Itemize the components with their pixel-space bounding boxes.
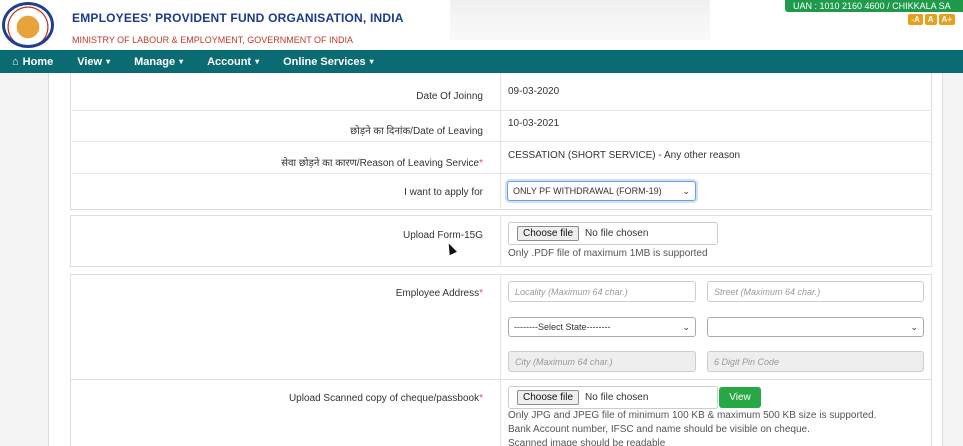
- cheque-choose-file-button[interactable]: Choose file: [517, 390, 580, 405]
- home-icon: ⌂: [12, 55, 19, 68]
- font-size-controls: -A A A+: [908, 14, 955, 25]
- ministry-name: MINISTRY OF LABOUR & EMPLOYMENT, GOVERNM…: [72, 35, 354, 45]
- form15g-column-divider: [500, 215, 501, 267]
- street-input[interactable]: Street (Maximum 64 char.): [707, 281, 924, 302]
- header-background-blur: [450, 0, 710, 40]
- city-input[interactable]: City (Maximum 64 char.): [508, 351, 696, 372]
- cheque-view-button[interactable]: View: [719, 387, 761, 408]
- nav-home-label: Home: [22, 55, 54, 68]
- nav-account-label: Account: [207, 55, 252, 68]
- caret-down-icon: ▾: [255, 57, 260, 66]
- date-of-leaving-label: छोड़ने का दिनांक/Date of Leaving: [350, 126, 483, 137]
- font-increase-button[interactable]: A+: [938, 14, 955, 25]
- org-name: EMPLOYEES' PROVIDENT FUND ORGANISATION, …: [72, 11, 404, 25]
- font-normal-button[interactable]: A: [924, 14, 937, 25]
- reason-of-leaving-label: सेवा छोड़ने का कारण/Reason of Leaving Se…: [200, 155, 483, 169]
- required-marker: *: [479, 393, 483, 404]
- district-select[interactable]: ⌄: [707, 317, 924, 337]
- cheque-upload-label: Upload Scanned copy of cheque/passbook*: [140, 393, 483, 404]
- font-decrease-button[interactable]: -A: [908, 14, 923, 25]
- nav-view-label: View: [77, 55, 103, 68]
- row-divider: [70, 141, 932, 142]
- nav-online-services[interactable]: Online Services ▾: [271, 50, 386, 73]
- caret-down-icon: ▾: [106, 57, 111, 66]
- chevron-down-icon: ⌄: [682, 185, 690, 196]
- locality-input[interactable]: Locality (Maximum 64 char.): [508, 281, 696, 302]
- cheque-column-divider: [500, 380, 501, 446]
- form15g-choose-file-button[interactable]: Choose file: [517, 226, 580, 241]
- cheque-hint-visibility: Bank Account number, IFSC and name shoul…: [508, 424, 810, 435]
- cheque-hint-readable: Scanned image should be readable: [508, 438, 666, 446]
- pin-code-input[interactable]: 6 Digit Pin Code: [707, 351, 924, 372]
- address-column-divider: [500, 274, 501, 380]
- form15g-panel: [70, 215, 932, 267]
- employee-address-label: Employee Address*: [200, 288, 483, 299]
- reason-of-leaving-value: CESSATION (SHORT SERVICE) - Any other re…: [508, 150, 741, 161]
- site-header: EMPLOYEES' PROVIDENT FUND ORGANISATION, …: [0, 0, 963, 50]
- nav-account[interactable]: Account ▾: [195, 50, 271, 73]
- form15g-hint: Only .PDF file of maximum 1MB is support…: [508, 248, 708, 259]
- epfo-logo: [2, 2, 54, 48]
- nav-view[interactable]: View ▾: [65, 50, 122, 73]
- chevron-down-icon: ⌄: [682, 321, 690, 332]
- main-navbar: ⌂ Home View ▾ Manage ▾ Account ▾ Online …: [0, 50, 963, 73]
- nav-online-services-label: Online Services: [283, 55, 366, 68]
- row-divider: [70, 110, 932, 111]
- cheque-hint-size: Only JPG and JPEG file of minimum 100 KB…: [508, 410, 877, 421]
- required-marker: *: [479, 158, 483, 169]
- form15g-file-input[interactable]: Choose file No file chosen: [508, 222, 718, 245]
- caret-down-icon: ▾: [369, 57, 374, 66]
- required-marker: *: [479, 288, 483, 299]
- apply-for-selected: ONLY PF WITHDRAWAL (FORM-19): [513, 186, 662, 196]
- chevron-down-icon: ⌄: [910, 321, 918, 332]
- state-select[interactable]: --------Select State-------- ⌄: [508, 317, 696, 337]
- state-selected: --------Select State--------: [514, 322, 611, 332]
- form15g-label: Upload Form-15G: [402, 230, 483, 241]
- date-of-joining-value: 09-03-2020: [508, 86, 560, 97]
- date-of-joining-label: Date Of Joinng: [416, 91, 483, 102]
- nav-manage-label: Manage: [134, 55, 176, 68]
- uan-badge: UAN : 1010 2160 4600 / CHIKKALA SA: [785, 0, 963, 12]
- form15g-file-status: No file chosen: [585, 228, 649, 239]
- cheque-file-input[interactable]: Choose file No file chosen: [508, 386, 718, 409]
- date-of-leaving-value: 10-03-2021: [508, 118, 560, 129]
- nav-home[interactable]: ⌂ Home: [0, 50, 65, 73]
- apply-for-select[interactable]: ONLY PF WITHDRAWAL (FORM-19) ⌄: [507, 181, 696, 201]
- nav-manage[interactable]: Manage ▾: [122, 50, 195, 73]
- reason-label-text: सेवा छोड़ने का कारण/Reason of Leaving Se…: [281, 158, 480, 169]
- employee-address-label-text: Employee Address: [395, 288, 480, 299]
- caret-down-icon: ▾: [179, 57, 184, 66]
- row-divider: [70, 173, 932, 174]
- apply-for-label: I want to apply for: [404, 187, 483, 198]
- cheque-upload-label-text: Upload Scanned copy of cheque/passbook: [288, 393, 480, 404]
- cheque-file-status: No file chosen: [585, 392, 649, 403]
